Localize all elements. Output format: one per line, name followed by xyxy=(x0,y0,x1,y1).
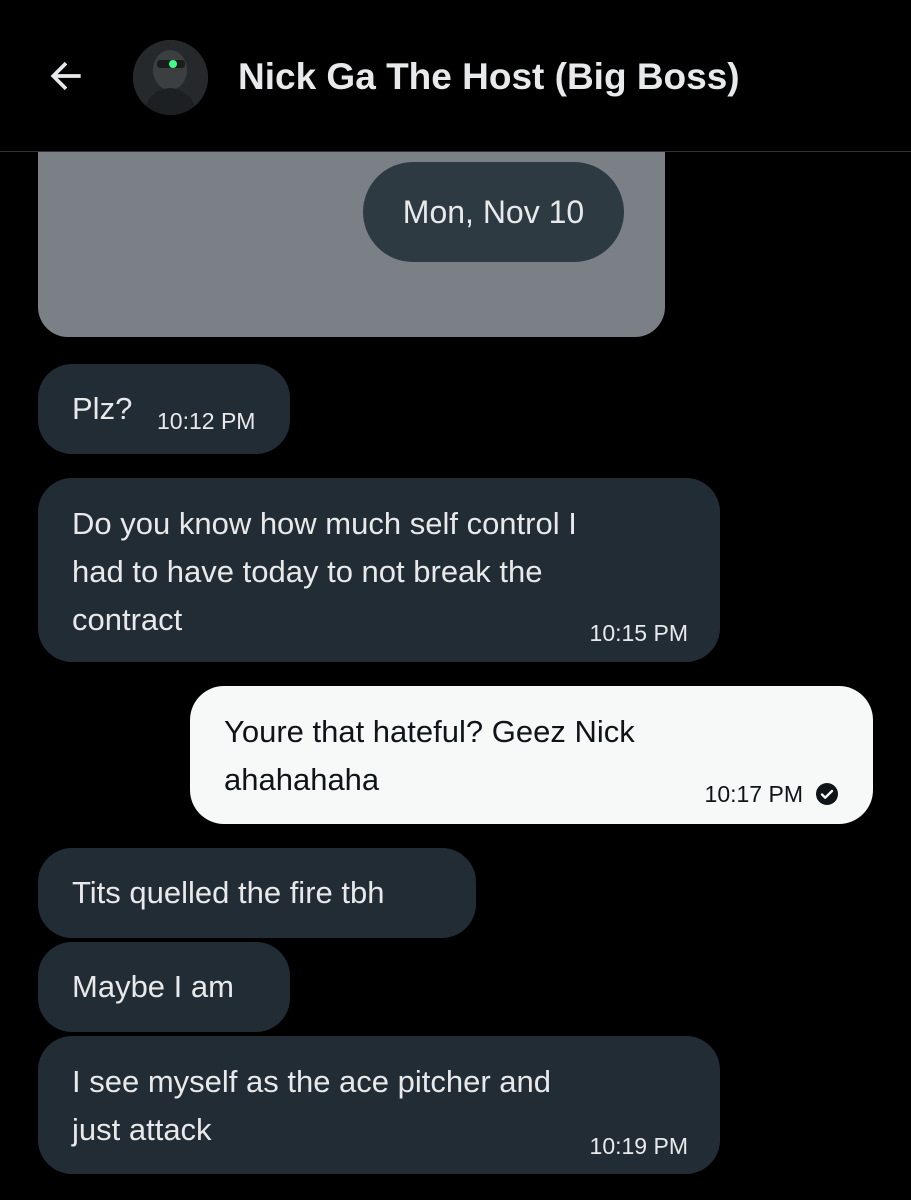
message-bubble-incoming[interactable]: Tits quelled the fire tbh xyxy=(38,848,476,938)
message-bubble-incoming[interactable]: Do you know how much self control I had … xyxy=(38,478,720,662)
date-separator: Mon, Nov 10 xyxy=(363,162,624,262)
contact-name[interactable]: Nick Ga The Host (Big Boss) xyxy=(238,52,740,102)
message-meta: 10:17 PM xyxy=(705,770,839,818)
read-check-icon xyxy=(815,782,839,806)
message-timestamp: 10:17 PM xyxy=(704,781,803,807)
message-text: I see myself as the ace pitcher and just… xyxy=(72,1064,552,1147)
message-timestamp: 10:12 PM xyxy=(157,408,256,434)
arrow-left-icon xyxy=(44,54,88,103)
message-timestamp: 10:19 PM xyxy=(589,1133,688,1159)
conversation-header: Nick Ga The Host (Big Boss) xyxy=(0,0,911,152)
back-button[interactable] xyxy=(38,50,94,106)
message-text: Tits quelled the fire tbh xyxy=(72,875,385,910)
message-text: Maybe I am xyxy=(72,969,234,1004)
message-bubble-outgoing[interactable]: Youre that hateful? Geez Nick ahahahaha … xyxy=(190,686,873,824)
message-text: Plz? xyxy=(72,391,133,426)
message-timestamp: 10:15 PM xyxy=(589,620,688,646)
message-list: Mon, Nov 10 Plz? 10:12 PM Do you know ho… xyxy=(0,152,911,1200)
message-bubble-incoming[interactable]: I see myself as the ace pitcher and just… xyxy=(38,1036,720,1174)
message-bubble-incoming[interactable]: Maybe I am xyxy=(38,942,290,1032)
message-bubble-incoming[interactable]: Plz? 10:12 PM xyxy=(38,364,290,454)
media-attachment[interactable]: Mon, Nov 10 xyxy=(38,152,665,337)
avatar[interactable] xyxy=(133,40,208,115)
message-text: Youre that hateful? Geez Nick ahahahaha xyxy=(224,714,635,797)
